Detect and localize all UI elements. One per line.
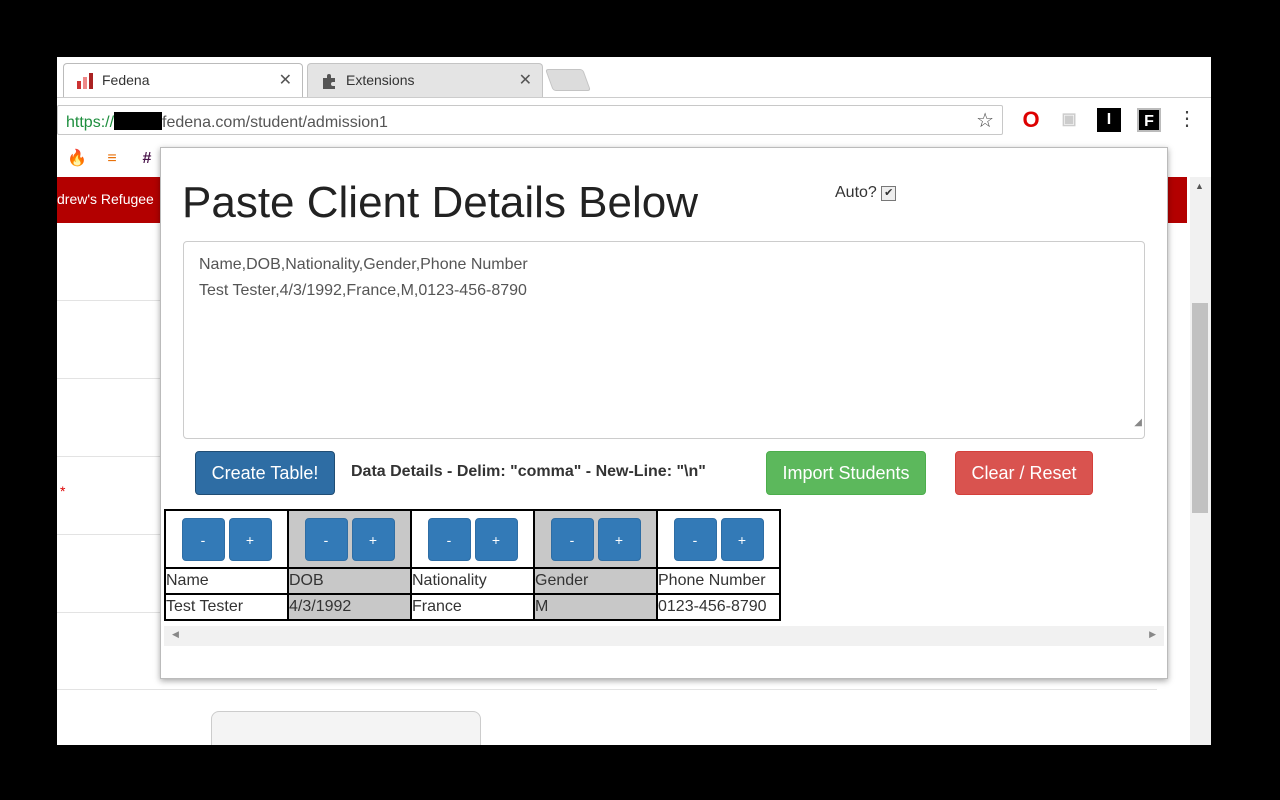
firebase-icon[interactable]: 🔥 bbox=[67, 149, 87, 169]
auto-checkbox[interactable]: ✔ bbox=[881, 186, 897, 201]
browser-toolbar: https://fedena.com/student/admission1 ☆ … bbox=[57, 97, 1211, 144]
url-text: https:// fedena.com/student/admission1 bbox=[66, 112, 388, 132]
browser-menu-icon[interactable]: ⋮ bbox=[1177, 106, 1197, 131]
textarea-line: Test Tester,4/3/1992,France,M,0123-456-8… bbox=[199, 282, 527, 299]
url-scheme: https:// bbox=[66, 114, 115, 131]
remove-column-button[interactable]: - bbox=[304, 517, 348, 561]
import-students-button[interactable]: Import Students bbox=[766, 451, 926, 495]
table-header-cell: Name bbox=[164, 567, 289, 595]
page-scrollbar[interactable]: ▲ bbox=[1190, 177, 1211, 745]
puzzle-icon bbox=[323, 74, 335, 89]
stackoverflow-icon[interactable]: ≡ bbox=[102, 149, 122, 169]
auto-label: Auto? bbox=[835, 184, 877, 201]
tab-extensions[interactable]: Extensions ✕ bbox=[307, 63, 543, 97]
table-header-cell: Gender bbox=[533, 567, 658, 595]
table-header-cell: Nationality bbox=[410, 567, 535, 595]
redacted-block bbox=[114, 112, 163, 130]
column-controls: - + bbox=[164, 509, 289, 569]
fedena-favicon-icon bbox=[77, 73, 93, 89]
table-horizontal-scrollbar[interactable]: ◀ ▶ bbox=[164, 626, 1164, 646]
scroll-right-icon[interactable]: ▶ bbox=[1149, 629, 1156, 640]
data-details-text: Data Details - Delim: "comma" - New-Line… bbox=[351, 463, 706, 480]
add-column-button[interactable]: + bbox=[228, 517, 272, 561]
table-cell: France bbox=[410, 593, 535, 621]
scroll-left-icon[interactable]: ◀ bbox=[172, 629, 179, 640]
add-column-button[interactable]: + bbox=[720, 517, 764, 561]
data-table: - + - + - + - + - + Name DOB Nationality Gend… bbox=[164, 509, 781, 621]
table-header-row: Name DOB Nationality Gender Phone Number bbox=[164, 567, 781, 595]
page-header-text: drew's Refugee bbox=[57, 191, 154, 207]
clear-reset-button[interactable]: Clear / Reset bbox=[955, 451, 1093, 495]
paste-textarea[interactable]: Name,DOB,Nationality,Gender,Phone Number… bbox=[183, 241, 1145, 439]
f-extension-icon[interactable]: F bbox=[1137, 108, 1161, 132]
add-column-button[interactable]: + bbox=[597, 517, 641, 561]
tab-fedena[interactable]: Fedena ✕ bbox=[63, 63, 303, 97]
table-row: Test Tester 4/3/1992 France M 0123-456-8… bbox=[164, 593, 781, 621]
column-controls: - + bbox=[287, 509, 412, 569]
tab-close-icon[interactable]: ✕ bbox=[519, 70, 532, 90]
extension-popup: Paste Client Details Below Auto? ✔ Name,… bbox=[160, 147, 1168, 679]
column-controls-row: - + - + - + - + - + bbox=[164, 509, 781, 569]
remove-column-button[interactable]: - bbox=[427, 517, 471, 561]
new-tab-button[interactable] bbox=[544, 69, 592, 91]
table-cell: Test Tester bbox=[164, 593, 289, 621]
background-input[interactable] bbox=[211, 711, 481, 745]
table-header-cell: Phone Number bbox=[656, 567, 781, 595]
resize-grip-icon[interactable]: ◢ bbox=[1134, 410, 1142, 436]
table-header-cell: DOB bbox=[287, 567, 412, 595]
tab-close-icon[interactable]: ✕ bbox=[279, 70, 292, 90]
divider bbox=[57, 689, 1157, 690]
bookmark-star-icon[interactable]: ☆ bbox=[976, 108, 994, 133]
popup-title: Paste Client Details Below bbox=[182, 178, 699, 227]
table-cell: 0123-456-8790 bbox=[656, 593, 781, 621]
grey-extension-icon[interactable]: ▣ bbox=[1057, 108, 1081, 132]
i-extension-icon[interactable]: I bbox=[1097, 108, 1121, 132]
tab-strip: Fedena ✕ Extensions ✕ bbox=[57, 57, 1211, 97]
textarea-line: Name,DOB,Nationality,Gender,Phone Number bbox=[199, 256, 528, 273]
table-cell: M bbox=[533, 593, 658, 621]
url-host: fedena.com bbox=[162, 114, 246, 131]
scrollbar-thumb[interactable] bbox=[1192, 303, 1208, 513]
remove-column-button[interactable]: - bbox=[550, 517, 594, 561]
remove-column-button[interactable]: - bbox=[181, 517, 225, 561]
address-bar[interactable]: https:// fedena.com/student/admission1 ☆ bbox=[57, 105, 1003, 135]
tab-title: Extensions bbox=[346, 72, 415, 88]
add-column-button[interactable]: + bbox=[351, 517, 395, 561]
url-path: /student/admission1 bbox=[245, 114, 388, 131]
remove-column-button[interactable]: - bbox=[673, 517, 717, 561]
auto-toggle[interactable]: Auto? ✔ bbox=[835, 184, 897, 202]
browser-window: Fedena ✕ Extensions ✕ https:// fedena.com… bbox=[57, 57, 1211, 745]
required-marker: * bbox=[60, 483, 66, 499]
column-controls: - + bbox=[410, 509, 535, 569]
add-column-button[interactable]: + bbox=[474, 517, 518, 561]
create-table-button[interactable]: Create Table! bbox=[195, 451, 335, 495]
opera-icon[interactable]: O bbox=[1019, 108, 1043, 132]
table-cell: 4/3/1992 bbox=[287, 593, 412, 621]
column-controls: - + bbox=[656, 509, 781, 569]
slack-icon[interactable]: # bbox=[137, 149, 157, 169]
tab-title: Fedena bbox=[102, 72, 150, 88]
scroll-up-icon[interactable]: ▲ bbox=[1195, 181, 1204, 191]
column-controls: - + bbox=[533, 509, 658, 569]
